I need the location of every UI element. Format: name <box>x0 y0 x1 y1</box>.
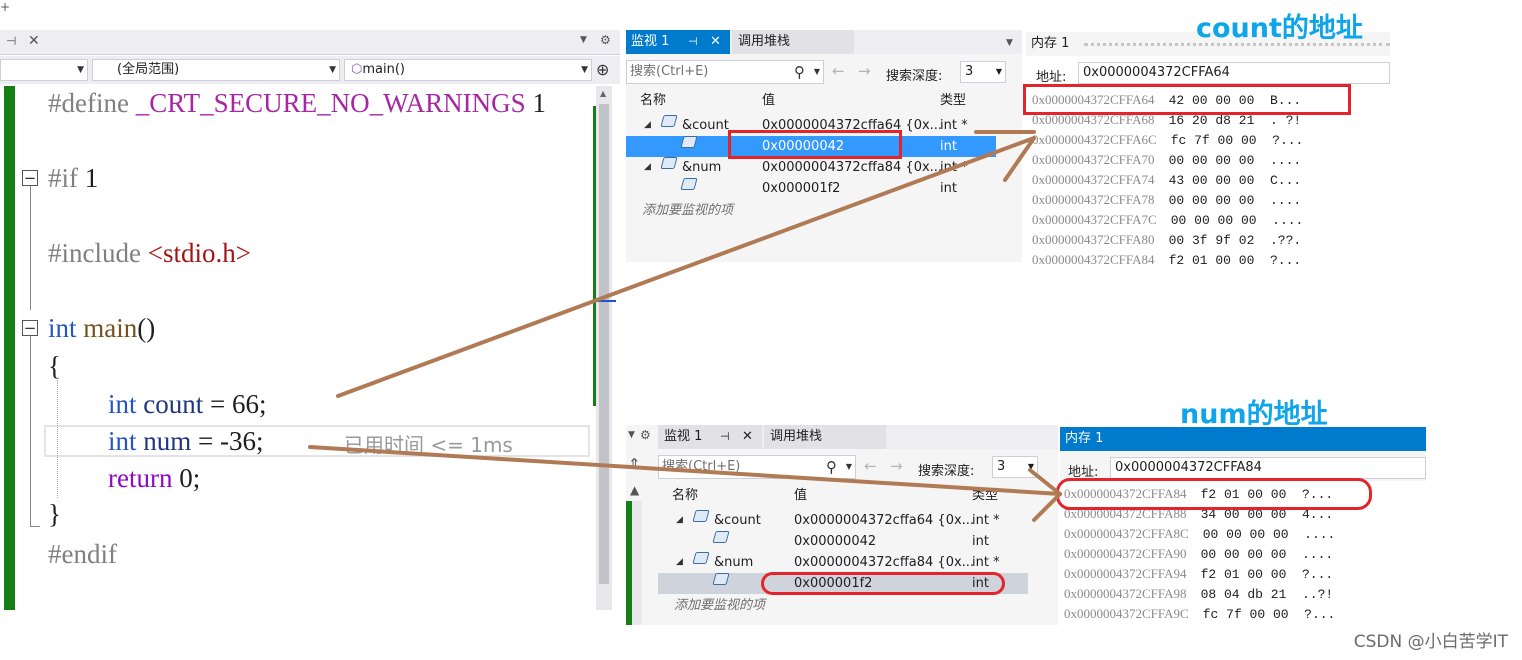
watermark: CSDN @小白苦学IT <box>1353 632 1508 652</box>
arrow-count-to-memory <box>336 136 1036 398</box>
arrow-num-head-a <box>1032 492 1062 522</box>
arrow-num-to-memory <box>308 445 1062 496</box>
annotation-arrows <box>308 130 1062 522</box>
